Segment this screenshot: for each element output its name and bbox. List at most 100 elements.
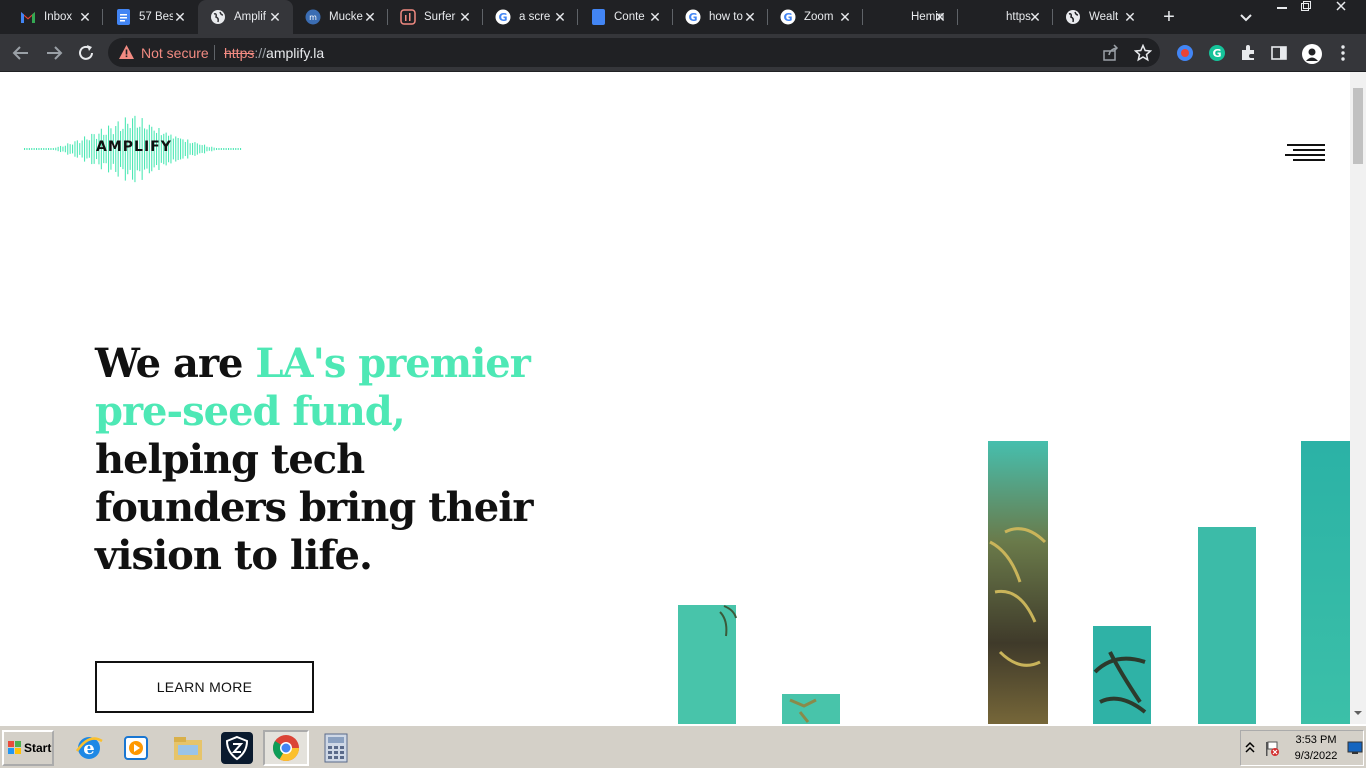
system-clock[interactable]: 3:53 PM 9/3/2022: [1290, 732, 1342, 764]
tab-a-screenshot[interactable]: G a scre ✕: [483, 0, 578, 34]
profile-avatar[interactable]: [1302, 44, 1322, 64]
new-tab-button[interactable]: +: [1159, 7, 1179, 27]
tab-zoom[interactable]: G Zoom ✕: [768, 0, 863, 34]
tab-surfer[interactable]: Surfer ✕: [388, 0, 483, 34]
extensions-puzzle-icon[interactable]: [1239, 44, 1257, 62]
google-icon: G: [780, 9, 796, 25]
close-icon[interactable]: ✕: [1027, 9, 1043, 25]
svg-text:G: G: [1212, 47, 1221, 60]
blank-icon: [875, 9, 891, 25]
back-button[interactable]: [10, 42, 32, 64]
tab-title: 57 Bes: [139, 11, 173, 23]
taskbar: Start e 3:53 PM 9/3/2022: [0, 724, 1366, 768]
close-icon[interactable]: ✕: [77, 9, 93, 25]
calculator-icon[interactable]: [313, 730, 359, 766]
tab-hemingway[interactable]: Hemin ✕: [863, 0, 958, 34]
tab-title: Inbox: [44, 11, 73, 23]
google-icon: G: [495, 9, 511, 25]
windows-logo-icon: [8, 741, 21, 754]
surfer-icon: [400, 9, 416, 25]
close-icon[interactable]: ✕: [837, 9, 853, 25]
tab-title: a scre: [519, 11, 551, 23]
close-icon[interactable]: ✕: [362, 9, 378, 25]
tab-how-to[interactable]: G how to ✕: [673, 0, 768, 34]
show-desktop-icon[interactable]: [1347, 741, 1363, 755]
address-bar[interactable]: Not secure https://amplify.la: [108, 38, 1160, 67]
chevron-down-icon[interactable]: [1238, 9, 1254, 25]
tab-wealth[interactable]: Wealt ✕: [1053, 0, 1148, 34]
tab-amplify[interactable]: Amplif ✕: [198, 0, 293, 34]
restore-button[interactable]: [1291, 0, 1321, 18]
svg-text:G: G: [498, 11, 507, 24]
globe-icon: [210, 9, 226, 25]
shield-app-icon[interactable]: [214, 730, 260, 766]
hero-bar-graphic: [678, 441, 1350, 724]
bar-5: [1198, 527, 1256, 724]
tab-title: Wealt: [1089, 11, 1119, 23]
tab-https[interactable]: https: ✕: [958, 0, 1053, 34]
gmail-icon: [20, 9, 36, 25]
kebab-menu-icon[interactable]: [1337, 44, 1355, 62]
tab-title: Zoom: [804, 11, 834, 23]
url-separator: ://: [254, 45, 267, 61]
scrollbar-thumb[interactable]: [1353, 88, 1363, 164]
scroll-down-arrow-icon[interactable]: [1353, 708, 1363, 718]
grammarly-icon[interactable]: G: [1208, 44, 1226, 62]
tab-title: Surfer: [424, 11, 456, 23]
close-icon[interactable]: ✕: [1122, 9, 1138, 25]
tab-content[interactable]: Conte ✕: [578, 0, 673, 34]
close-icon[interactable]: ✕: [457, 9, 473, 25]
clock-time: 3:53 PM: [1295, 734, 1337, 746]
side-panel-icon[interactable]: [1270, 44, 1288, 62]
web-page: AMPLIFY We are LA's premier pre-seed fun…: [0, 72, 1350, 724]
show-hidden-icons-icon[interactable]: [1245, 741, 1255, 753]
blank-icon: [970, 9, 986, 25]
internet-explorer-icon[interactable]: e: [66, 730, 112, 766]
svg-text:G: G: [783, 11, 792, 24]
google-icon: G: [685, 9, 701, 25]
security-label[interactable]: Not secure: [141, 45, 209, 61]
forward-button[interactable]: [43, 42, 65, 64]
share-icon[interactable]: [1102, 44, 1120, 62]
url-text[interactable]: https://amplify.la: [224, 45, 324, 61]
clock-date: 9/3/2022: [1294, 750, 1338, 762]
browser-toolbar: Not secure https://amplify.la G: [0, 34, 1366, 72]
tab-muckrack[interactable]: m Mucke ✕: [293, 0, 388, 34]
action-center-flag-icon[interactable]: [1263, 740, 1281, 758]
bar-1: [678, 605, 737, 724]
svg-text:G: G: [688, 11, 697, 24]
close-icon[interactable]: ✕: [172, 9, 188, 25]
tab-title: how to: [709, 11, 743, 23]
globe-icon: [1065, 9, 1081, 25]
bookmark-star-icon[interactable]: [1133, 43, 1153, 62]
muckrack-icon: m: [305, 9, 321, 25]
close-window-button[interactable]: [1326, 0, 1356, 18]
chrome-icon[interactable]: [263, 730, 309, 766]
tab-57-best[interactable]: 57 Bes ✕: [103, 0, 198, 34]
start-label: Start: [24, 741, 52, 755]
close-icon[interactable]: ✕: [267, 9, 283, 25]
bar-2: [782, 694, 840, 724]
close-icon[interactable]: ✕: [932, 9, 948, 25]
close-icon[interactable]: ✕: [742, 9, 758, 25]
tab-title: Conte: [614, 11, 645, 23]
docs-icon: [115, 9, 131, 25]
bar-6: [1301, 441, 1350, 724]
docs-icon: [590, 9, 606, 25]
tab-strip: Inbox ✕ 57 Bes ✕ Amplif ✕ m Mucke ✕ Surf…: [0, 0, 1366, 34]
start-button[interactable]: Start: [2, 730, 54, 766]
tab-inbox[interactable]: Inbox ✕: [8, 0, 103, 34]
media-player-icon[interactable]: [113, 730, 159, 766]
file-explorer-icon[interactable]: [165, 730, 211, 766]
bar-4: [1093, 626, 1151, 724]
close-icon[interactable]: ✕: [552, 9, 568, 25]
page-scrollbar[interactable]: [1350, 72, 1366, 724]
close-icon[interactable]: ✕: [647, 9, 663, 25]
url-scheme: https: [224, 45, 255, 61]
bar-3: [988, 441, 1048, 724]
extension-color-icon[interactable]: [1176, 44, 1194, 62]
reload-button[interactable]: [75, 42, 97, 64]
warning-icon[interactable]: [118, 44, 135, 61]
tab-title: Amplif: [234, 11, 266, 23]
svg-text:m: m: [309, 13, 317, 22]
